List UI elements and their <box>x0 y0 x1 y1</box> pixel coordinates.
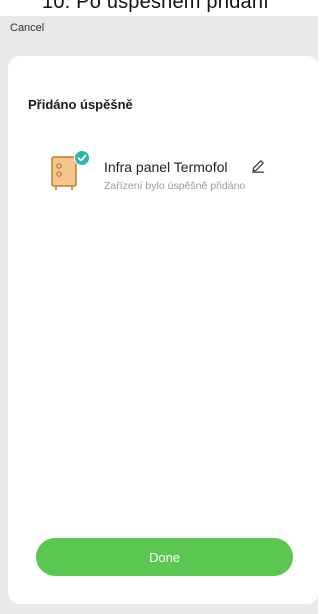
page-caption: 10. Po úspěšném přidání <box>42 0 269 13</box>
cancel-button[interactable]: Cancel <box>10 22 44 34</box>
check-icon <box>74 150 90 166</box>
pencil-icon[interactable] <box>250 158 266 174</box>
sheet-title: Přidáno úspěšně <box>28 97 133 112</box>
device-icon-container <box>48 150 90 192</box>
device-name: Infra panel Termofol <box>104 159 228 175</box>
result-sheet <box>8 56 319 604</box>
done-button[interactable]: Done <box>36 538 293 576</box>
device-status: Zařízení bylo úspěšně přidáno <box>104 180 246 192</box>
